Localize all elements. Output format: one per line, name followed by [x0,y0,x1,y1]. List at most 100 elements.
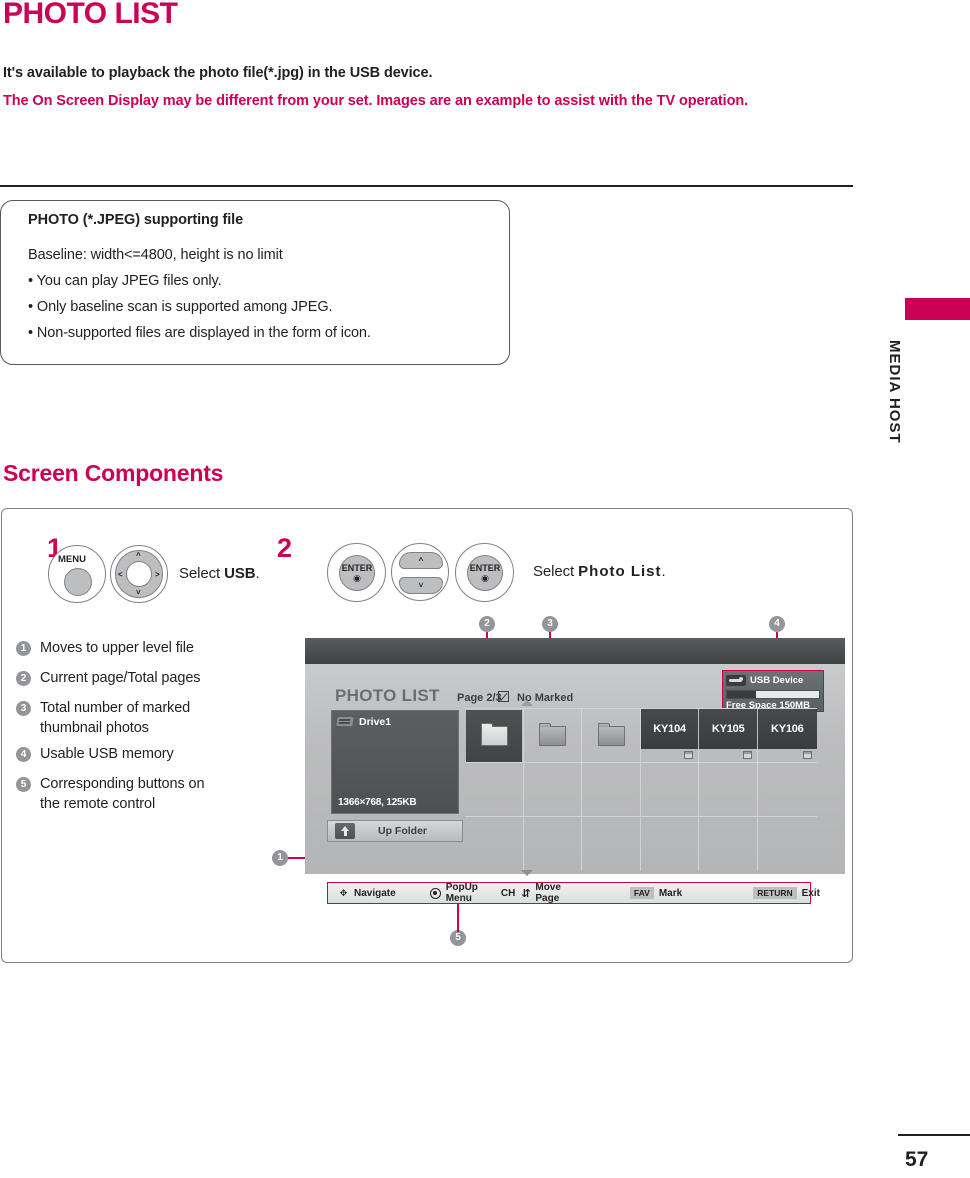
scroll-down-icon[interactable] [521,870,533,876]
grid-cell[interactable] [523,763,583,817]
fav-key-icon: FAV [629,886,654,900]
menu-button[interactable]: MENU [48,545,106,603]
folder-icon [480,723,508,746]
step-1-target: USB [224,565,256,582]
legend-bullet-3: 3 [16,701,31,716]
drive-preview-panel[interactable]: Drive1 1366×768, 125KB [331,710,459,814]
grid-cell[interactable] [523,709,583,763]
photo-thumbnail[interactable]: KY105 [699,709,758,749]
dpad-center[interactable] [126,561,152,587]
grid-cell[interactable]: KY106 [758,709,817,763]
nav-prefix-ch: CH [500,887,516,899]
folder-icon [539,723,567,746]
photo-label: KY105 [711,723,745,735]
ch-updown-icon: ⇵ [521,887,531,900]
step-2-prefix: Select [533,563,579,580]
nav-label-popup-menu: PopUp Menu [445,882,478,904]
photo-mark-checkbox[interactable] [684,751,694,759]
page-title: PHOTO LIST [3,0,178,30]
grid-cell[interactable] [758,763,817,817]
dpad-down-icon[interactable]: ˅ [136,589,141,597]
grid-cell[interactable] [524,817,583,871]
horizontal-divider [0,185,853,187]
folder-icon [597,723,625,746]
sidebar-section-label: MEDIA HOST [886,340,903,444]
grid-cell[interactable] [640,763,700,817]
nav-item-popup-menu[interactable]: PopUp Menu [420,882,478,904]
callout-4: 4 [769,616,785,632]
thumbnail-grid: KY104 KY105 KY106 [465,708,817,871]
enter-button-left-cap[interactable]: ENTER ◉ [339,555,375,591]
info-box-line-1: Baseline: width<=4800, height is no limi… [28,247,283,263]
grid-cell[interactable] [465,709,524,763]
grid-cell[interactable]: KY105 [699,709,758,763]
grid-cell[interactable] [699,763,758,817]
folder-item[interactable] [525,710,581,762]
intro-line-1: It's available to playback the photo fil… [3,65,433,81]
step-2-suffix: . [661,563,666,580]
info-box-line-3: • Only baseline scan is supported among … [28,299,333,315]
list-item: 3 Total number of marked thumbnail photo… [16,698,286,738]
enter-label: ENTER [341,562,373,573]
nav-item-move-page[interactable]: CH ⇵ Move Page [492,882,561,904]
nav-item-navigate[interactable]: ✥ Navigate [328,887,396,900]
photo-mark-checkbox[interactable] [742,751,752,759]
up-folder-button[interactable]: Up Folder [327,820,463,842]
grid-cell[interactable] [582,709,641,763]
grid-cell[interactable] [699,817,758,871]
enter-dot-icon-2: ◉ [481,572,489,583]
nav-label-exit: Exit [801,887,820,899]
preview-image [337,731,453,794]
page-indicator: Page 2/3 [457,692,502,704]
folder-item[interactable] [583,710,639,762]
photo-thumbnail[interactable]: KY106 [758,709,817,749]
enter-button-right[interactable]: ENTER ◉ [455,543,514,602]
list-item: 4 Usable USB memory [16,744,286,768]
callout-3: 3 [542,616,558,632]
marked-checkbox-icon [498,691,509,702]
legend-text-5: Corresponding buttons on the remote cont… [40,776,205,812]
grid-cell[interactable] [465,817,524,871]
grid-cell[interactable] [465,763,524,817]
legend-bullet-1: 1 [16,641,31,656]
list-item: 5 Corresponding buttons on the remote co… [16,774,286,814]
drive-name: Drive1 [359,715,392,728]
grid-cell[interactable] [582,817,641,871]
manual-page: PHOTO LIST It's available to playback th… [0,0,970,1178]
folder-item-selected[interactable] [466,710,522,762]
grid-cell[interactable] [641,817,700,871]
list-item: 2 Current page/Total pages [16,668,286,692]
up-folder-label: Up Folder [378,825,427,837]
dpad-right-icon[interactable]: > [155,571,160,579]
nav-label-mark: Mark [658,887,683,899]
photo-mark-checkbox[interactable] [802,751,812,759]
usb-icon [726,675,746,686]
menu-button-cap[interactable] [64,568,92,596]
dpad-left-icon[interactable]: < [118,571,123,579]
wheel-icon [429,887,442,900]
dpad-button[interactable]: ^ ˅ < > [110,545,168,603]
page-number: 57 [905,1148,929,1171]
navigate-icon: ✥ [339,887,348,898]
grid-cell[interactable] [582,763,641,817]
legend-text-3: Total number of marked thumbnail photos [40,700,191,736]
channel-updown-button[interactable]: ^ ˅ [391,543,449,601]
legend-bullet-5: 5 [16,777,31,792]
grid-cell[interactable]: KY104 [640,709,700,763]
photo-thumbnail[interactable]: KY104 [640,709,700,749]
step-2-target: Photo List [578,563,662,580]
callout-1: 1 [272,850,288,866]
legend-text-4: Usable USB memory [40,746,174,762]
nav-item-exit[interactable]: RETURN Exit [744,886,820,900]
legend-text-2: Current page/Total pages [40,670,201,686]
enter-button-right-cap[interactable]: ENTER ◉ [467,555,503,591]
dpad-up-icon[interactable]: ^ [136,552,141,560]
step-1-prefix: Select [179,565,225,582]
grid-cell[interactable] [758,817,817,871]
nav-item-mark[interactable]: FAV Mark [621,886,683,900]
enter-button-left[interactable]: ENTER ◉ [327,543,386,602]
tv-top-bar [305,638,845,664]
channel-down-icon[interactable]: ˅ [399,577,443,594]
scroll-up-icon[interactable] [521,700,533,706]
channel-up-icon[interactable]: ^ [399,552,443,569]
